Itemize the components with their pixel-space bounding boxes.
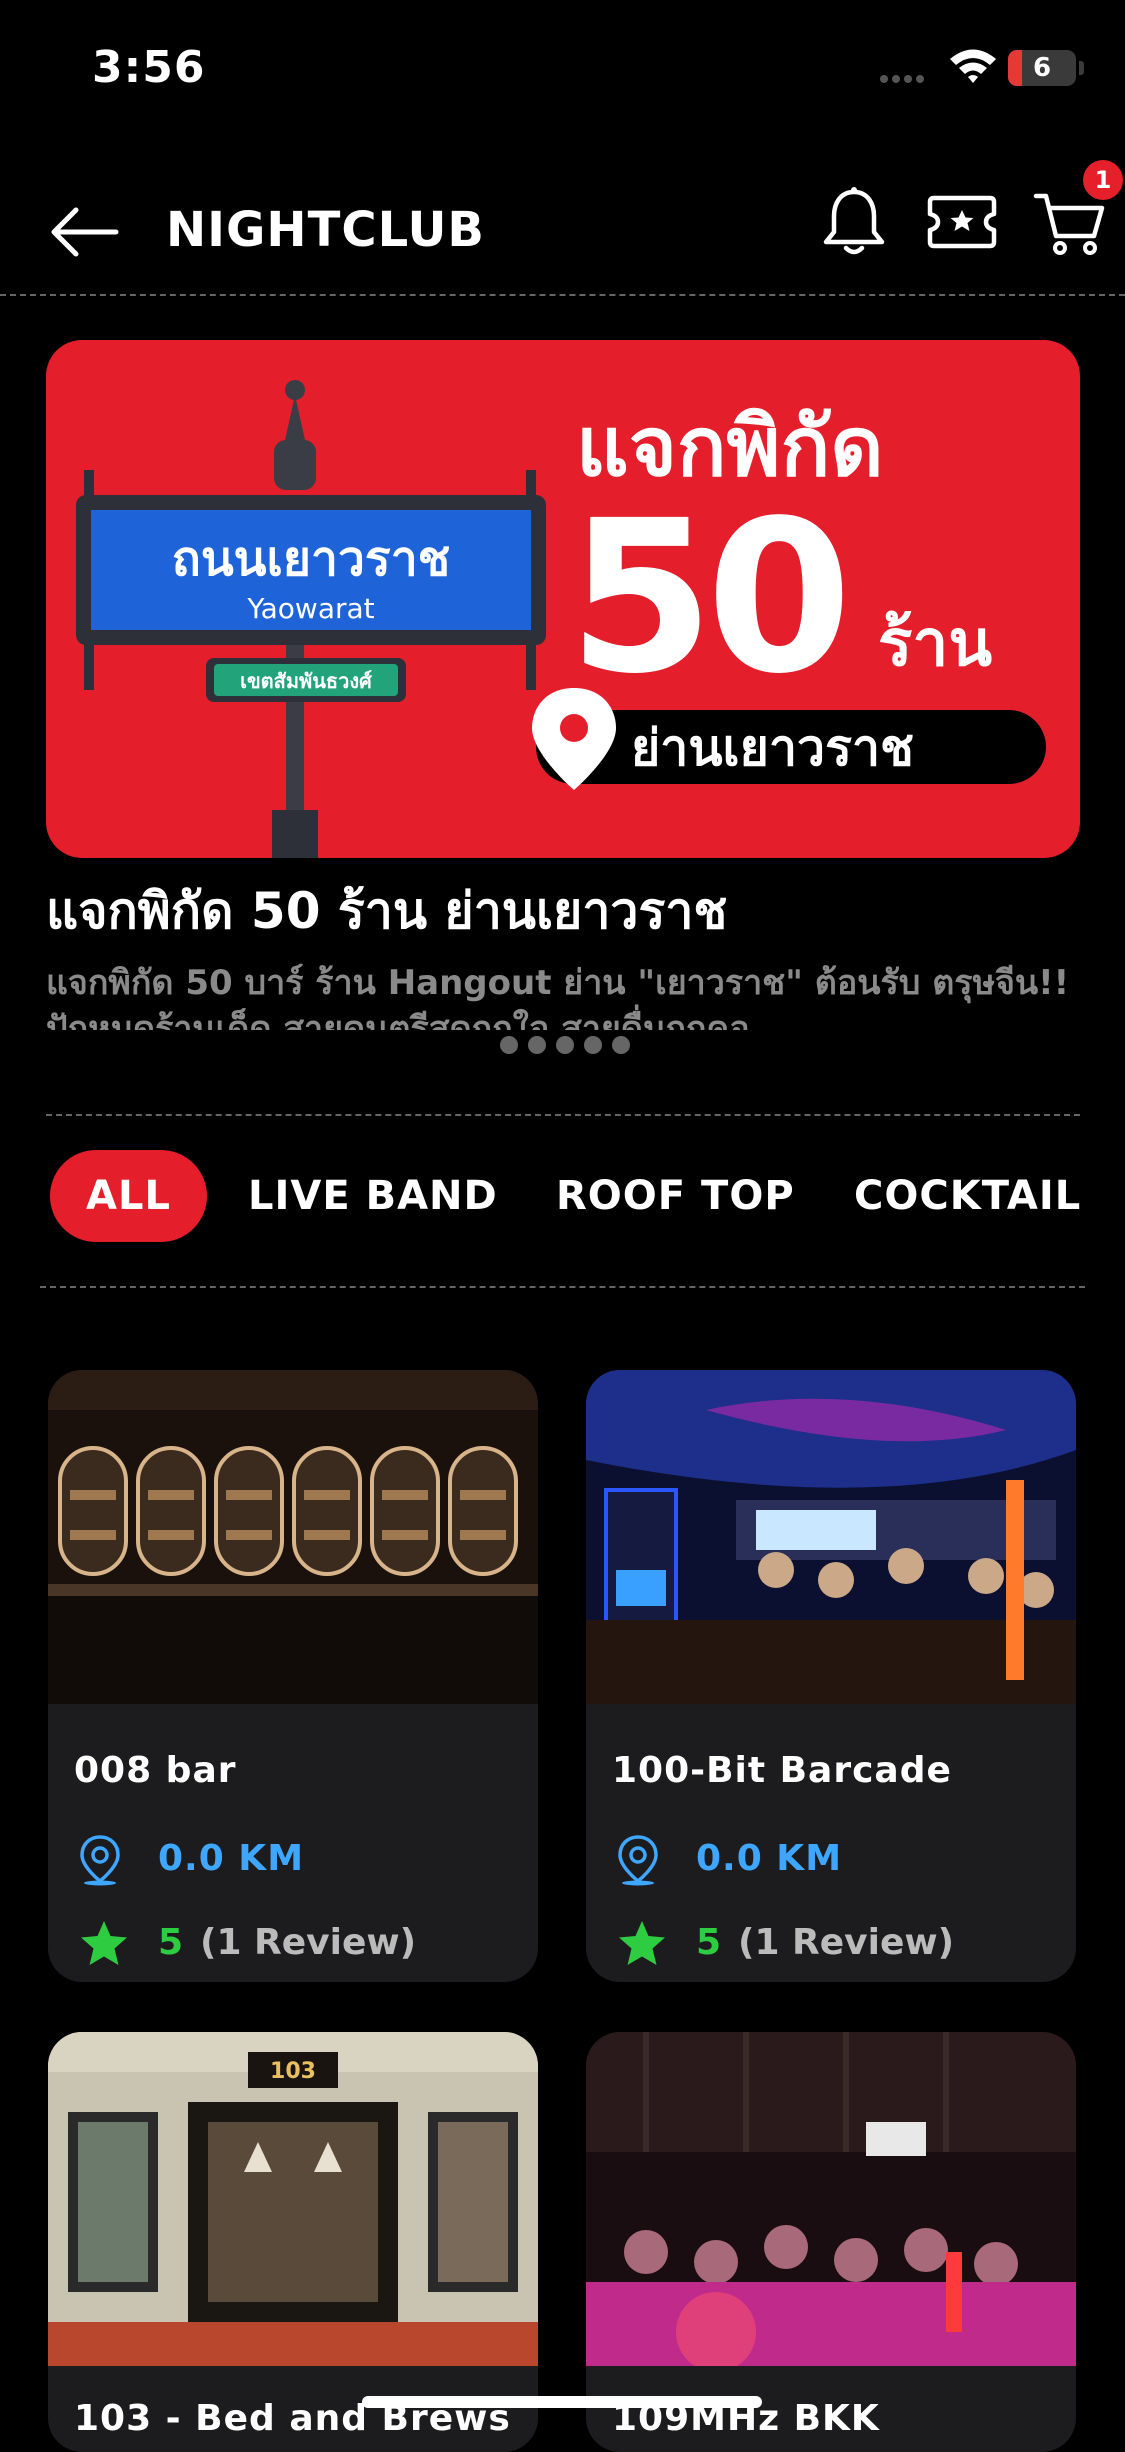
section-divider [46, 1114, 1080, 1116]
page-dot[interactable] [528, 1036, 546, 1054]
door-number-sign: 103 [270, 2059, 316, 2084]
banner-area: ย่านเยาวราช [631, 719, 914, 777]
banner-title: แจกพิกัด 50 ร้าน ย่านเยาวราช [46, 882, 728, 940]
banner-description: แจกพิกัด 50 บาร์ ร้าน Hangout ย่าน "เยาว… [46, 963, 1070, 1030]
carousel-pagination[interactable] [500, 1036, 640, 1060]
venue-card[interactable]: 103 103 - Bed and Brews [48, 2032, 538, 2452]
venue-distance: 0.0 KM [696, 1838, 843, 1879]
sign-thai-text: ถนนเยาวราช [172, 531, 450, 587]
venue-card[interactable]: 109MHz BKK [586, 2032, 1076, 2452]
star-icon [619, 1921, 665, 1965]
location-pin-icon [618, 1835, 658, 1886]
status-bar: 3:56 6 [0, 0, 1125, 140]
venue-photo [48, 1370, 538, 1704]
cellular-signal-icon [880, 68, 934, 83]
banner-number: 50 [568, 475, 844, 720]
promo-banner[interactable]: ถนนเยาวราช Yaowarat เขตสัมพันธวงศ์ แจกพิ… [46, 340, 1080, 858]
venue-rating: 5 [696, 1922, 722, 1963]
chip-all[interactable]: ALL [50, 1150, 207, 1242]
chip-roof-top[interactable]: ROOF TOP [556, 1150, 795, 1242]
venue-photo [586, 1370, 1076, 1704]
sign-english-text: Yaowarat [246, 592, 374, 625]
cart-count-badge: 1 [1083, 160, 1123, 200]
sign-district-text: เขตสัมพันธวงศ์ [240, 669, 373, 693]
venue-card[interactable]: 008 bar 0.0 KM 5 (1 Review) [48, 1370, 538, 1982]
page-dot[interactable] [500, 1036, 518, 1054]
chip-cocktail[interactable]: COCKTAIL [854, 1150, 1081, 1242]
venue-name: 008 bar [74, 1750, 237, 1791]
status-time: 3:56 [92, 42, 206, 93]
banner-unit: ร้าน [878, 607, 992, 681]
home-indicator[interactable] [362, 2396, 762, 2408]
back-arrow-icon[interactable] [46, 194, 122, 270]
header-divider [0, 294, 1125, 296]
venue-card[interactable]: 100-Bit Barcade 0.0 KM 5 (1 Review) [586, 1370, 1076, 1982]
battery-icon: 6 [1008, 50, 1076, 86]
battery-level: 6 [1032, 53, 1052, 83]
star-icon [81, 1921, 127, 1965]
page-dot[interactable] [556, 1036, 574, 1054]
page-dot[interactable] [584, 1036, 602, 1054]
page-dot[interactable] [612, 1036, 630, 1054]
venue-photo [586, 2032, 1076, 2366]
venue-distance: 0.0 KM [158, 1838, 305, 1879]
venue-rating: 5 [158, 1922, 184, 1963]
wifi-icon [950, 49, 996, 83]
venue-review-count: (1 Review) [200, 1922, 417, 1963]
section-divider [40, 1286, 1085, 1288]
page-title: NIGHTCLUB [166, 202, 486, 258]
top-navigation-bar: NIGHTCLUB [0, 170, 1125, 290]
category-filter: ALL LIVE BAND ROOF TOP COCKTAIL [50, 1150, 1125, 1242]
banner-artwork: ถนนเยาวราช Yaowarat เขตสัมพันธวงศ์ แจกพิ… [76, 380, 1046, 858]
bell-icon[interactable] [814, 182, 894, 262]
venue-review-count: (1 Review) [738, 1922, 955, 1963]
venue-name: 100-Bit Barcade [612, 1750, 952, 1791]
chip-live-band[interactable]: LIVE BAND [248, 1150, 498, 1242]
ticket-icon[interactable] [922, 182, 1002, 262]
venue-photo: 103 [48, 2032, 538, 2366]
location-pin-icon [80, 1835, 120, 1886]
